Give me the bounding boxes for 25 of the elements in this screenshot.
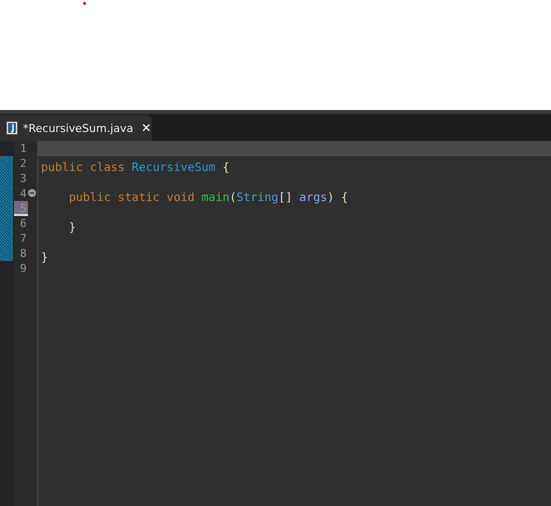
change-marker	[0, 186, 13, 201]
code-line: }	[68, 220, 76, 234]
change-marker	[0, 171, 13, 186]
change-marker	[0, 201, 13, 216]
line-number: 8	[20, 246, 27, 261]
change-marker	[0, 246, 13, 261]
change-marker	[0, 231, 13, 246]
change-marker	[0, 156, 13, 171]
code-line: public class RecursiveSum {	[41, 160, 230, 174]
collapse-icon[interactable]	[28, 189, 36, 197]
line-number: 1	[20, 141, 27, 156]
change-marker	[0, 216, 13, 231]
code-line: }	[41, 250, 48, 264]
editor-tab[interactable]: *RecursiveSum.java ✕	[0, 115, 152, 141]
dot	[83, 2, 86, 5]
line-number: 2	[20, 156, 27, 171]
code-line: public static void main(String[] args) {	[68, 190, 348, 204]
line-number: 4	[20, 186, 27, 201]
line-number: 9	[20, 261, 27, 276]
line-number: 7	[20, 231, 27, 246]
close-icon[interactable]: ✕	[141, 121, 152, 135]
line-number: 3	[20, 171, 27, 186]
java-file-icon	[6, 121, 18, 135]
line-number: 6	[20, 216, 27, 231]
tab-title: *RecursiveSum.java	[23, 122, 134, 134]
